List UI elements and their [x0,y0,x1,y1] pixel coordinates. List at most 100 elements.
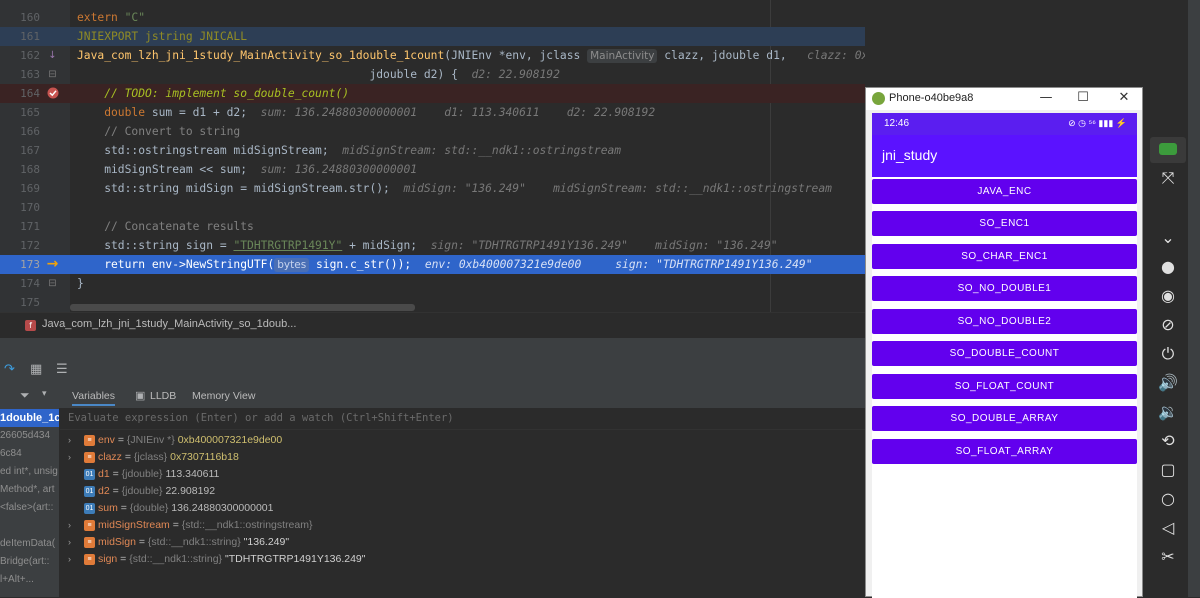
variable-type: {std::__ndk1::string} [129,553,223,565]
fullscreen-icon[interactable]: ⤧ [1150,165,1186,191]
breakpoint-icon[interactable] [46,87,59,100]
variable-value: 0xb400007321e9de00 [177,434,283,446]
frame-item[interactable]: <false>(art:: [0,499,59,517]
line-number: 165 [20,106,40,119]
so-no-double2-button[interactable]: SO_NO_DOUBLE2 [872,309,1137,334]
variable-row[interactable]: 01 d1 = {jdouble} 113.340611 [60,466,865,483]
record-icon[interactable]: ● [1150,254,1186,280]
code-line-167: 167 std::ostringstream midSignStream; mi… [0,141,865,160]
volume-down-icon[interactable]: 🔉 [1150,399,1186,425]
minimize-icon[interactable]: — [1036,90,1056,105]
right-tool-strip [1188,0,1200,597]
code-token: double [77,106,146,119]
variables-tree[interactable]: › ≡ env = {JNIEnv *} 0xb400007321e9de00 … [60,430,865,597]
horizontal-scrollbar[interactable] [70,304,415,311]
evaluate-expression-input[interactable]: Evaluate expression (Enter) or add a wat… [60,408,865,430]
code-token: std::string midSign = midSignStream.str(… [77,182,390,195]
frame-item[interactable]: Method*, art [0,481,59,499]
lldb-icon[interactable]: ▣ [135,388,145,404]
code-line-162: 162 ↓ Java_com_lzh_jni_1study_MainActivi… [0,46,865,65]
variable-row[interactable]: › ≡ midSign = {std::__ndk1::string} "136… [60,534,865,551]
expand-icon[interactable]: › [68,534,71,551]
variable-row[interactable]: › ≡ midSignStream = {std::__ndk1::ostrin… [60,517,865,534]
back-icon[interactable]: ◁ [1150,515,1186,541]
code-line-169: 169 std::string midSign = midSignStream.… [0,179,865,198]
emulator-titlebar[interactable]: Phone-o40be9a8 — ☐ ✕ [866,88,1142,110]
close-icon[interactable]: ✕ [1114,90,1134,105]
code-token: std::string sign = [77,239,234,252]
step-over-icon[interactable]: ↷ [4,362,15,377]
so-no-double1-button[interactable]: SO_NO_DOUBLE1 [872,276,1137,301]
table-view-icon[interactable]: ▦ [30,362,42,377]
so-float-count-button[interactable]: SO_FLOAT_COUNT [872,374,1137,399]
frame-item[interactable]: deItemData( [0,535,59,553]
code-editor[interactable]: 160 extern "C" 161 JNIEXPORT jstring JNI… [0,0,865,312]
object-icon: ≡ [84,452,95,463]
variable-row[interactable]: 01 sum = {double} 136.24880300000001 [60,500,865,517]
inline-debug-value: midSignStream: std::__ndk1::ostringstrea… [328,144,622,157]
emulator-window: Phone-o40be9a8 — ☐ ✕ 12:46 ⊘ ◷ ⁵⁶ ▮▮▮ ⚡ … [865,87,1143,598]
expand-icon[interactable]: › [68,432,71,449]
implementation-icon[interactable]: ↓ [46,49,59,62]
frame-item[interactable]: 6c84 [0,445,59,463]
rotate-icon[interactable]: ⟲ [1150,428,1186,454]
code-token: + midSign; [342,239,418,252]
fold-icon[interactable]: ⊟ [46,68,59,81]
frame-item[interactable]: 1double_1c [0,409,59,427]
breadcrumb-text[interactable]: Java_com_lzh_jni_1study_MainActivity_so_… [42,318,296,330]
chevron-down-icon[interactable]: ▾ [42,389,47,399]
line-number: 169 [20,182,40,195]
line-number: 160 [20,11,40,24]
frame-item[interactable]: l+Alt+... [0,571,59,589]
so-char-enc1-button[interactable]: SO_CHAR_ENC1 [872,244,1137,269]
eye-off-icon[interactable]: ⊘ [1150,312,1186,338]
volume-up-icon[interactable]: 🔊 [1150,370,1186,396]
eye-icon[interactable]: ◉ [1150,283,1186,309]
type-hint-chip: MainActivity [587,49,658,63]
variable-row[interactable]: 01 d2 = {jdouble} 22.908192 [60,483,865,500]
code-token: env->NewStringUTF( [145,258,275,271]
so-double-array-button[interactable]: SO_DOUBLE_ARRAY [872,406,1137,431]
variable-row[interactable]: › ≡ env = {JNIEnv *} 0xb400007321e9de00 [60,432,865,449]
chevron-down-double-icon[interactable]: ⌄ [1150,225,1186,251]
tab-memory-view[interactable]: Memory View [192,388,255,404]
inline-debug-value: clazz: 0x7307116b18 d1: 113.340611 env: … [807,49,865,62]
inline-debug-value: env: 0xb400007321e9de00 sign: "TDHTRGTRP… [411,258,813,271]
expand-icon[interactable]: › [68,551,71,568]
code-line-163: 163 ⊟ jdouble d2) { d2: 22.908192 [0,65,865,84]
expand-icon[interactable]: › [68,449,71,466]
frame-item[interactable]: Bridge(art:: [0,553,59,571]
frame-item[interactable]: ed int*, unsig [0,463,59,481]
evaluate-placeholder: Evaluate expression (Enter) or add a wat… [68,412,454,424]
so-enc1-button[interactable]: SO_ENC1 [872,211,1137,236]
expand-icon[interactable]: › [68,517,71,534]
so-float-array-button[interactable]: SO_FLOAT_ARRAY [872,439,1137,464]
filter-icon[interactable]: ⏷ [20,388,30,403]
line-number: 164 [20,87,40,100]
object-icon: ≡ [84,537,95,548]
variable-type: {jdouble} [121,485,163,497]
breadcrumb[interactable]: f Java_com_lzh_jni_1study_MainActivity_s… [0,312,865,338]
frame-item[interactable]: 26605d434 [0,427,59,445]
variable-row[interactable]: › ≡ clazz = {jclass} 0x7307116b18 [60,449,865,466]
variable-row[interactable]: › ≡ sign = {std::__ndk1::string} "TDHTRG… [60,551,865,568]
list-icon[interactable]: ☰ [56,362,68,377]
variable-value: 113.340611 [165,468,220,480]
frames-list[interactable]: 1double_1c 26605d434 6c84 ed int*, unsig… [0,408,60,597]
maximize-icon[interactable]: ☐ [1073,90,1093,105]
scissors-icon[interactable]: ✂ [1150,544,1186,570]
tab-variables[interactable]: Variables [72,388,115,406]
status-time: 12:46 [884,118,910,129]
java-enc-button[interactable]: JAVA_ENC [872,179,1137,204]
overview-icon[interactable]: ▢ [1150,457,1186,483]
tab-lldb[interactable]: LLDB [150,388,176,404]
home-icon[interactable]: ○ [1150,486,1186,512]
frames-toolbar: ⏷ ▾ [0,386,60,408]
status-bar: 12:46 ⊘ ◷ ⁵⁶ ▮▮▮ ⚡ [872,113,1137,135]
emulator-icon[interactable] [1150,137,1186,163]
fold-icon[interactable]: ⊟ [46,277,59,290]
frame-item[interactable] [0,517,59,535]
phone-screen[interactable]: 12:46 ⊘ ◷ ⁵⁶ ▮▮▮ ⚡ jni_study JAVA_ENC SO… [872,113,1137,598]
so-double-count-button[interactable]: SO_DOUBLE_COUNT [872,341,1137,366]
power-icon[interactable]: ⏻ [1150,341,1186,367]
